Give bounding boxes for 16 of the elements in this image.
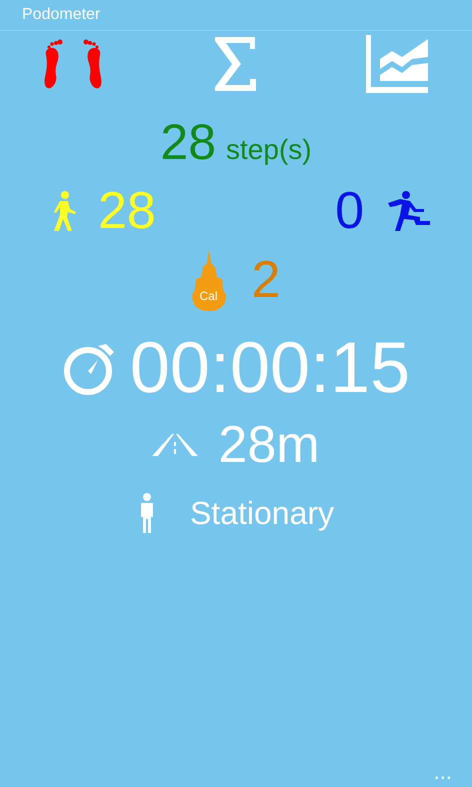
distance-value: 28m <box>218 415 320 475</box>
elapsed-time: 00:00:15 <box>130 327 410 409</box>
running-person-icon <box>386 191 432 231</box>
activity-status: Stationary <box>190 494 334 532</box>
walking-steps: 28 <box>98 181 156 241</box>
road-icon <box>152 434 198 456</box>
window-title: Podometer <box>22 6 100 24</box>
step-unit: step(s) <box>226 134 312 166</box>
calories-value: 2 <box>252 250 280 310</box>
chart-icon[interactable] <box>366 35 428 93</box>
flame-icon <box>192 249 226 311</box>
calorie-label: Cal <box>198 289 219 303</box>
more-button[interactable]: ... <box>434 761 452 783</box>
sigma-icon[interactable] <box>213 35 259 93</box>
step-count: 28 <box>160 113 216 171</box>
running-steps: 0 <box>335 181 364 241</box>
